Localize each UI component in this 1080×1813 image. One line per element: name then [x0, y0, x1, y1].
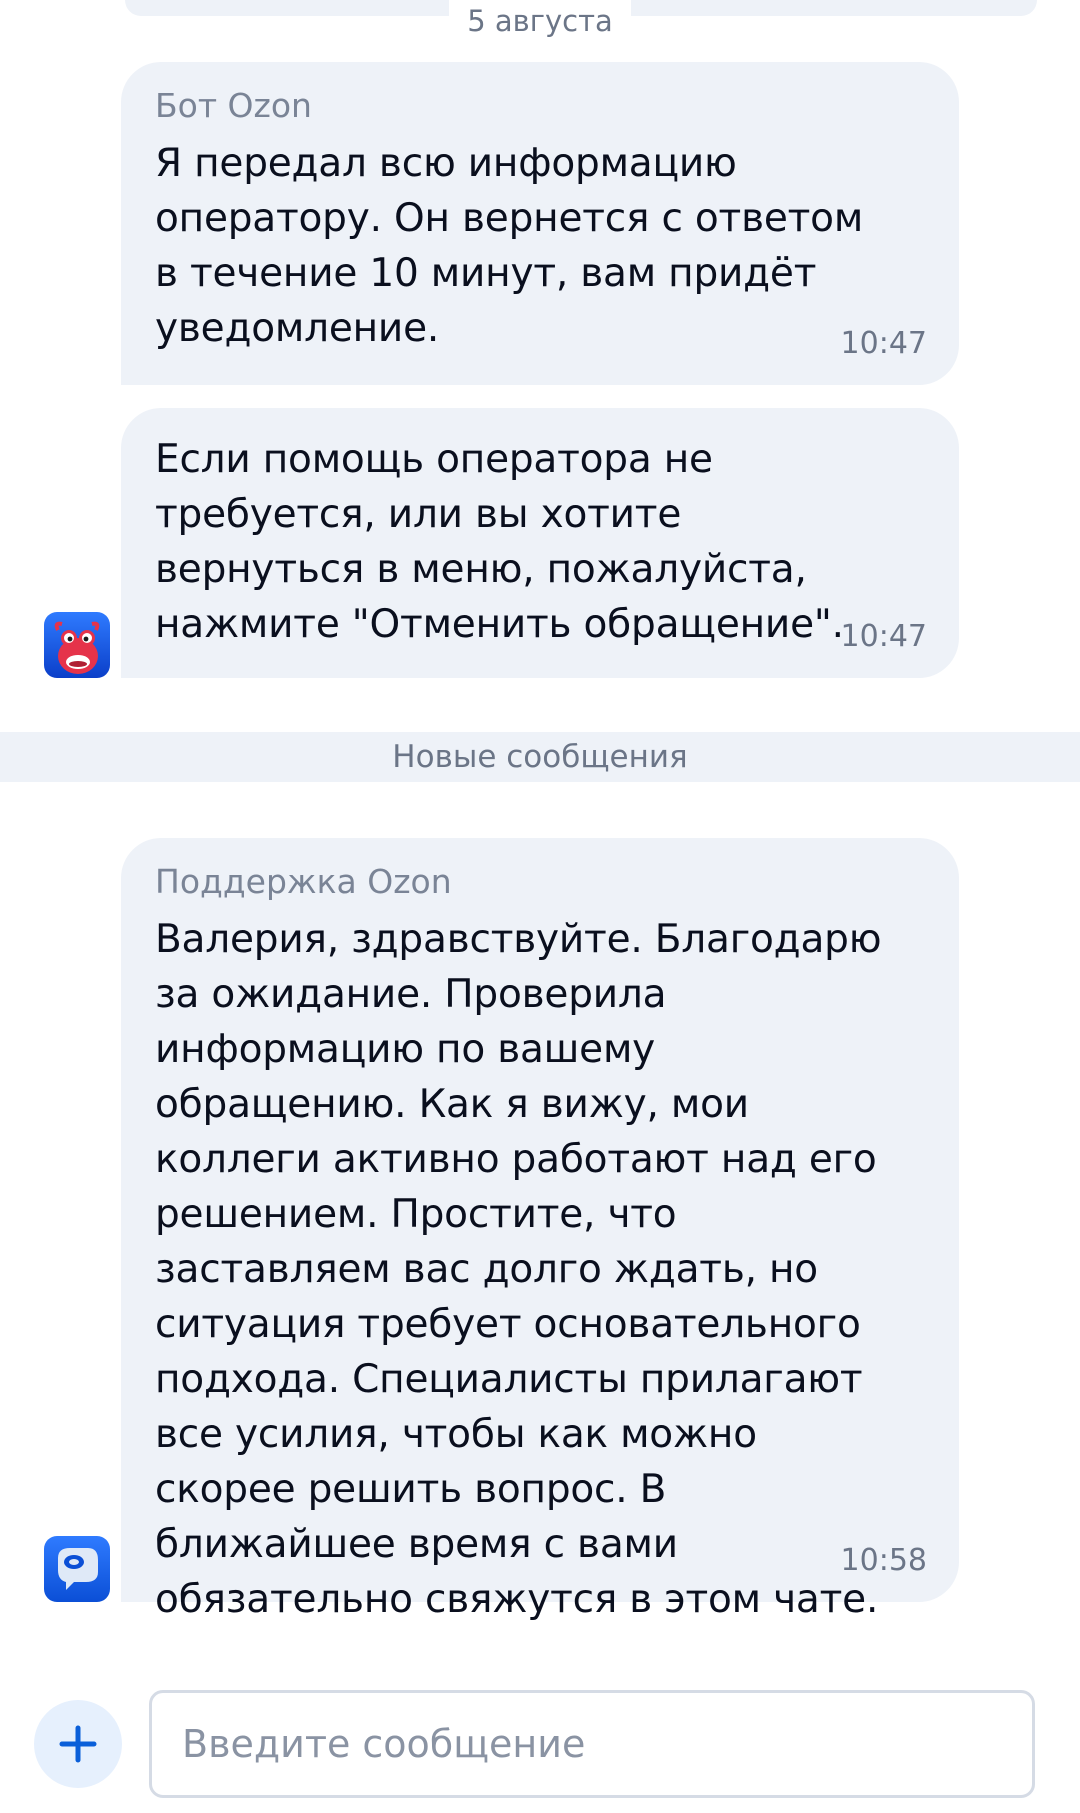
date-separator: 5 августа — [449, 0, 631, 44]
message-bubble-support[interactable]: Поддержка Ozon Валерия, здравствуйте. Бл… — [121, 838, 959, 1622]
message-bubble-bot-cancel-hint[interactable]: Если помощь оператора не требуется, или … — [121, 408, 959, 678]
plus-icon — [59, 1725, 97, 1763]
message-text: Валерия, здравствуйте. Благодарю за ожид… — [155, 917, 882, 1622]
message-time: 10:47 — [840, 326, 927, 361]
message-text: Если помощь оператора не требуется, или … — [155, 437, 844, 647]
new-messages-divider: Новые сообщения — [0, 732, 1080, 782]
message-sender: Бот Ozon — [155, 86, 312, 125]
message-bubble-bot[interactable]: Бот Ozon Я передал всю информацию операт… — [121, 62, 959, 385]
message-input-container[interactable] — [149, 1690, 1035, 1798]
message-sender: Поддержка Ozon — [155, 862, 452, 901]
support-chat-icon — [44, 1536, 110, 1602]
attach-button[interactable] — [34, 1700, 122, 1788]
message-text: Я передал всю информацию оператору. Он в… — [155, 141, 864, 351]
message-time: 10:47 — [840, 619, 927, 654]
message-time: 10:58 — [840, 1543, 927, 1578]
message-input[interactable] — [152, 1693, 1032, 1795]
bot-mascot-icon — [44, 612, 110, 678]
